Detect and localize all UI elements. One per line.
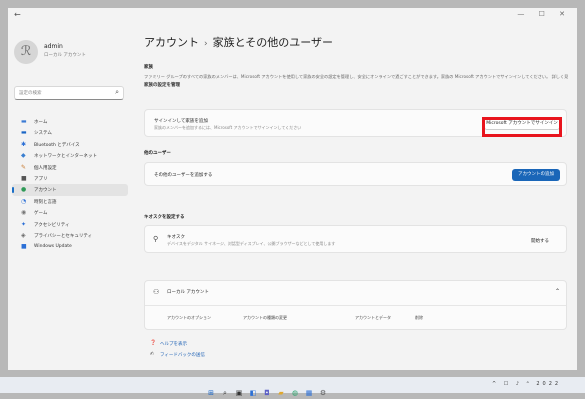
signin-card-desc: 家族のメンバーを追加するには、Microsoft アカウントでサインインしてくだ… <box>154 125 302 130</box>
search-placeholder: 設定の検索 <box>19 91 42 96</box>
add-other-user-title: その他のユーザーを追加する <box>154 173 213 178</box>
sidebar-item-label: アプリ <box>34 176 48 182</box>
taskbar: ⊞ ⌕ ▣ ◧ ◘ ▰ ◍ ▦ ⚙ ^ ☐ ♪ ᴬ 2022 <box>0 377 585 397</box>
account-options-label: アカウントのオプション <box>167 315 211 320</box>
breadcrumb-parent[interactable]: アカウント <box>144 36 199 49</box>
accessibility-icon: ✦ <box>21 220 27 228</box>
family-description: ファミリー グループのすべての家族のメンバーは、Microsoft アカウントを… <box>144 74 568 79</box>
kiosk-title: キオスク <box>167 235 185 240</box>
kiosk-desc: デバイスをデジタル サイネージ、対話型ディスプレイ、公開ブラウザーなどとして使用… <box>167 241 336 246</box>
avatar: ℛ <box>14 40 38 64</box>
bluetooth-icon: ✱ <box>21 140 27 148</box>
sidebar-item-label: 個人用設定 <box>34 165 57 171</box>
remove-account-button[interactable]: 削除 <box>415 315 423 321</box>
back-arrow-icon[interactable]: ← <box>14 10 21 19</box>
help-icon: ❓ <box>150 340 157 346</box>
highlight-annotation <box>482 117 562 137</box>
sidebar-item-label: ネットワークとインターネット <box>34 154 97 160</box>
user-icon: ⚇ <box>153 288 160 296</box>
change-account-type-button[interactable]: アカウントの種類の変更 <box>243 315 287 321</box>
widgets-icon[interactable]: ◧ <box>248 388 258 398</box>
kiosk-heading: キオスクを設定する <box>144 215 185 220</box>
system-tray[interactable]: ^ ☐ ♪ ᴬ 2022 <box>492 381 561 387</box>
search-icon[interactable]: ⌕ <box>220 388 230 398</box>
user-name: admin <box>44 43 63 50</box>
sidebar-item-update[interactable]: ■ Windows Update <box>12 241 128 252</box>
remove-account-label: アカウントとデータ <box>355 315 391 320</box>
window-controls[interactable]: — ☐ ✕ <box>517 10 571 18</box>
settings-icon[interactable]: ⚙ <box>318 388 328 398</box>
sidebar-item-accessibility[interactable]: ✦ アクセシビリティ <box>12 219 128 230</box>
kiosk-card: ⚲ キオスク デバイスをデジタル サイネージ、対話型ディスプレイ、公開ブラウザー… <box>144 225 567 253</box>
breadcrumb-current: 家族とその他のユーザー <box>212 36 334 49</box>
sidebar-item-label: Windows Update <box>34 244 72 250</box>
search-icon: ⌕ <box>115 88 119 96</box>
feedback-icon: ✍ <box>150 351 155 357</box>
network-icon: ◆ <box>21 152 26 160</box>
explorer-icon[interactable]: ▰ <box>276 388 286 398</box>
start-icon[interactable]: ⊞ <box>206 388 216 398</box>
chevron-up-icon[interactable]: ⌃ <box>555 288 560 295</box>
sidebar: ℛ admin ローカル アカウント 設定の検索 ⌕ ▬ ホーム ▬ システム ✱ Blu… <box>8 24 132 370</box>
privacy-icon: ◈ <box>21 231 26 239</box>
sidebar-item-label: プライバシーとセキュリティ <box>34 233 93 239</box>
sidebar-item-apps[interactable]: ■ アプリ <box>12 173 128 184</box>
sidebar-item-label: 時刻と言語 <box>34 199 57 205</box>
sidebar-item-bluetooth[interactable]: ✱ Bluetooth とデバイス <box>12 139 128 150</box>
home-icon: ▬ <box>21 118 27 125</box>
edge-icon[interactable]: ◍ <box>290 388 300 398</box>
kiosk-icon: ⚲ <box>153 235 159 243</box>
accounts-icon: ● <box>21 186 27 194</box>
sidebar-item-home[interactable]: ▬ ホーム <box>12 116 128 127</box>
system-icon: ▬ <box>21 129 27 137</box>
settings-window: ← — ☐ ✕ ℛ admin ローカル アカウント 設定の検索 ⌕ ▬ ホーム ▬… <box>8 8 577 370</box>
footer-link-label: ヘルプを表示 <box>160 342 187 347</box>
main-content: アカウント › 家族とその他のユーザー 家族 ファミリー グループのすべての家族のメ… <box>136 24 568 360</box>
apps-icon: ■ <box>21 174 27 182</box>
kiosk-start-button[interactable]: 開始する <box>531 238 549 244</box>
sidebar-item-label: ホーム <box>34 120 48 125</box>
sidebar-item-personalize[interactable]: ✎ 個人用設定 <box>12 162 128 173</box>
sidebar-item-gaming[interactable]: ◉ ゲーム <box>12 207 128 218</box>
signin-card-title: サインインして家族を追加 <box>154 119 208 124</box>
user-account-type: ローカル アカウント <box>44 53 86 58</box>
taskbar-apps: ⊞ ⌕ ▣ ◧ ◘ ▰ ◍ ▦ ⚙ <box>206 380 332 397</box>
gaming-icon: ◉ <box>21 209 27 217</box>
other-users-heading: 他のユーザー <box>144 151 171 156</box>
add-other-user-card: その他のユーザーを追加する アカウントの追加 <box>144 162 567 186</box>
user-account-card: ⚇ ローカル アカウント ⌃ アカウントのオプション アカウントの種類の変更 ア… <box>144 280 567 330</box>
breadcrumb-separator: › <box>204 39 208 49</box>
sidebar-item-system[interactable]: ▬ システム <box>12 127 128 138</box>
sidebar-item-label: アカウント <box>34 188 57 194</box>
add-account-button[interactable]: アカウントの追加 <box>512 169 560 181</box>
user-account-title: ローカル アカウント <box>167 290 209 295</box>
page-title: アカウント › 家族とその他のユーザー <box>144 34 333 50</box>
sidebar-item-label: ゲーム <box>34 211 48 217</box>
sidebar-item-time[interactable]: ◔ 時刻と言語 <box>12 196 128 207</box>
personalize-icon: ✎ <box>21 163 27 171</box>
sidebar-nav: ▬ ホーム ▬ システム ✱ Bluetooth とデバイス ◆ ネットワークとインターネット… <box>8 116 132 253</box>
sidebar-item-label: アクセシビリティ <box>34 222 70 228</box>
sidebar-item-privacy[interactable]: ◈ プライバシーとセキュリティ <box>12 230 128 241</box>
search-input[interactable]: 設定の検索 ⌕ <box>14 86 124 100</box>
store-icon[interactable]: ▦ <box>304 388 314 398</box>
family-heading: 家族 <box>144 65 153 70</box>
manage-family-link[interactable]: 家族の設定を管理 <box>144 82 180 88</box>
sidebar-item-label: システム <box>34 131 52 137</box>
sidebar-item-label: Bluetooth とデバイス <box>34 142 80 148</box>
time-icon: ◔ <box>21 197 27 205</box>
taskview-icon[interactable]: ▣ <box>234 388 244 398</box>
sidebar-item-accounts[interactable]: ● アカウント <box>12 184 128 196</box>
footer-link-label: フィードバックの送信 <box>160 353 205 358</box>
sidebar-item-network[interactable]: ◆ ネットワークとインターネット <box>12 150 128 161</box>
divider <box>145 305 566 306</box>
chat-icon[interactable]: ◘ <box>262 388 272 398</box>
update-icon: ■ <box>21 243 27 251</box>
title-bar: ← — ☐ ✕ <box>8 8 577 24</box>
